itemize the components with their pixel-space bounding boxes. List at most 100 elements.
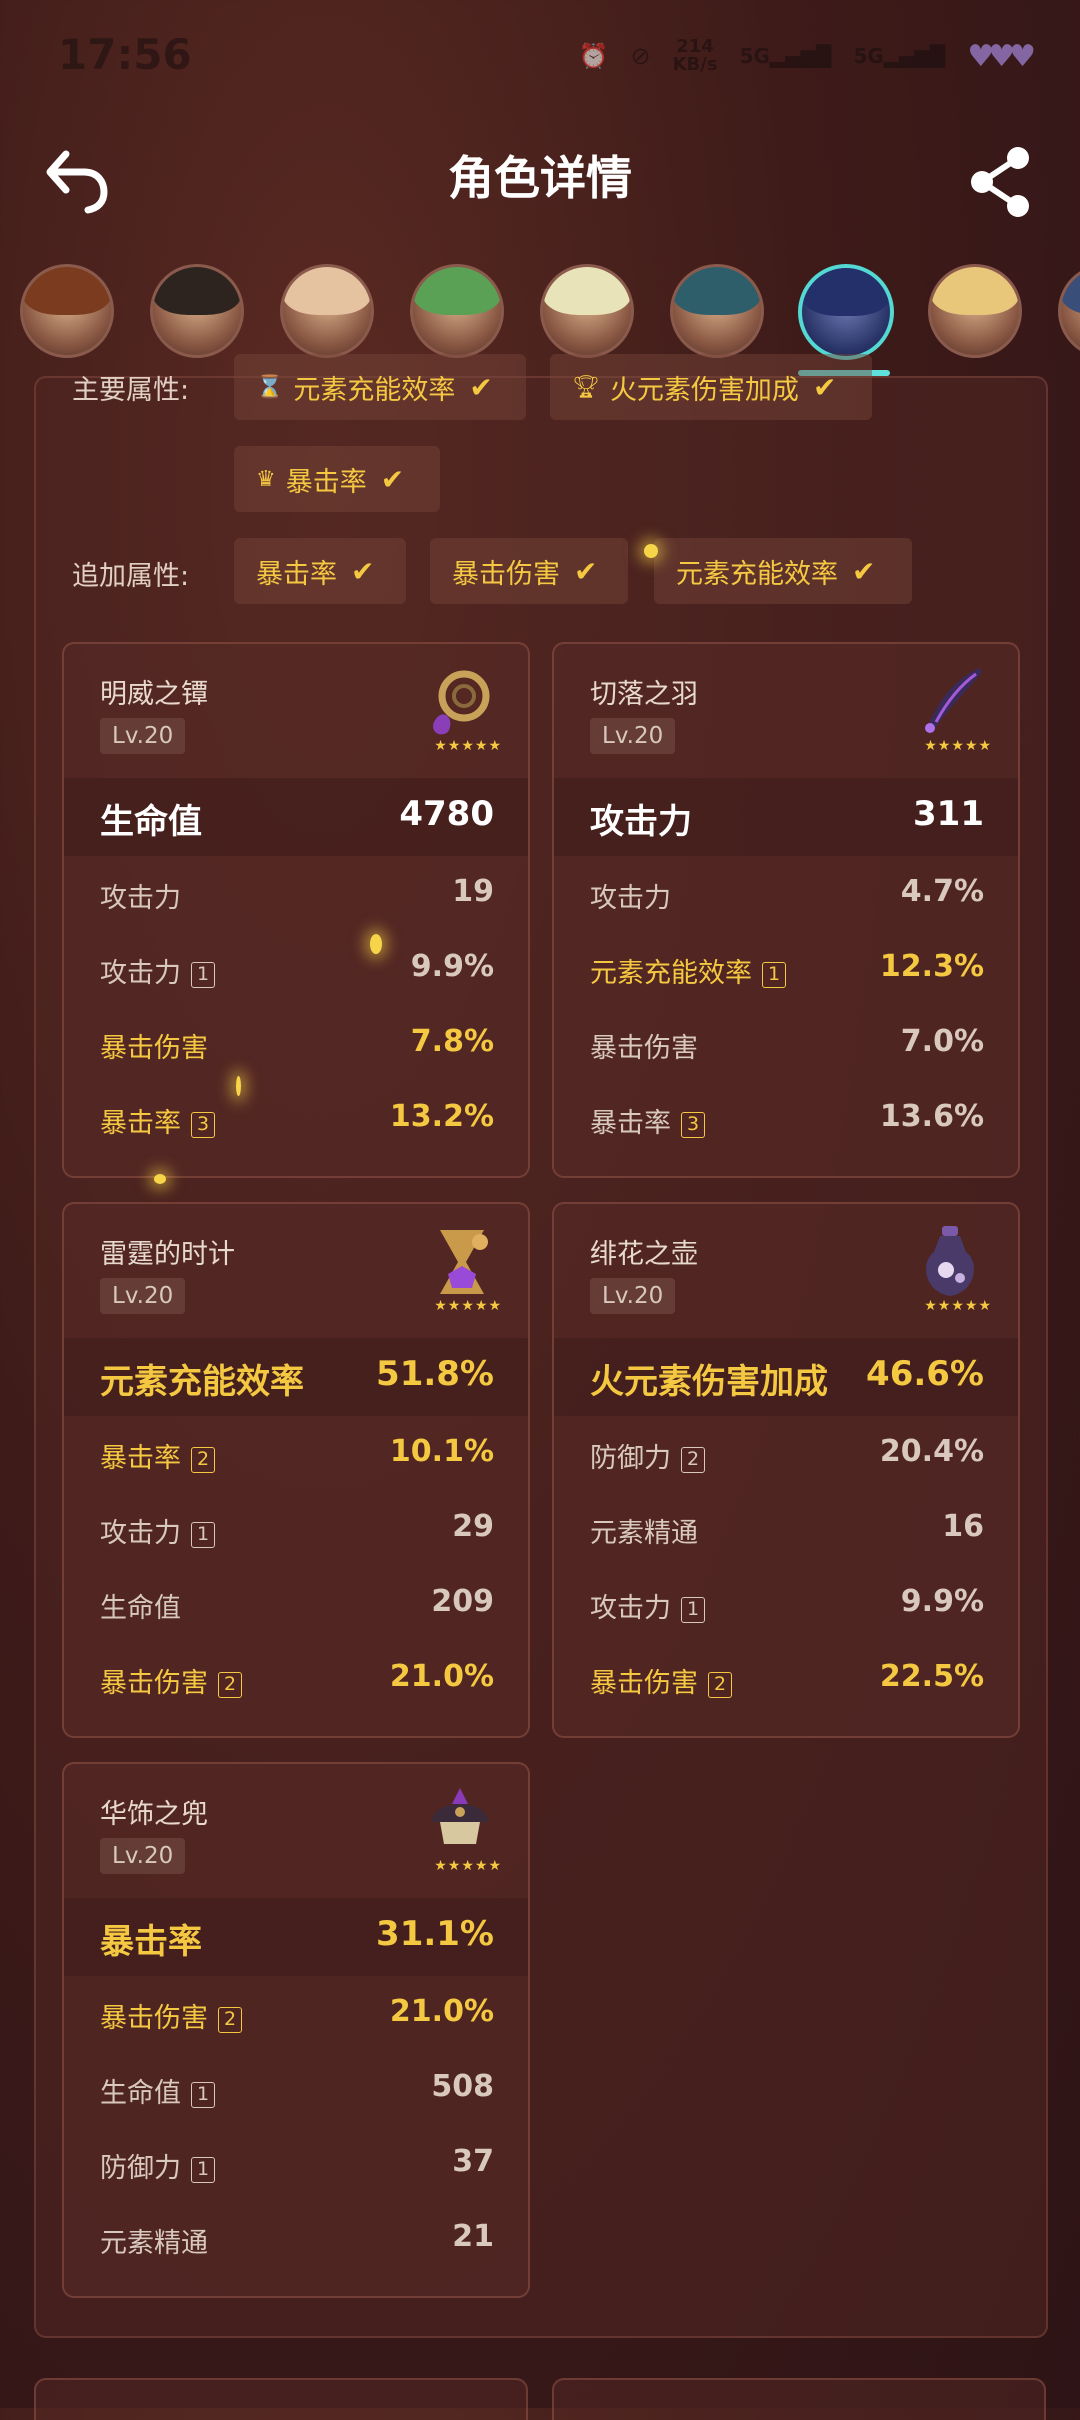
rarity-stars: ★★★★★ — [434, 738, 502, 754]
status-icons: ⏰ ⊘ 214 KB/s 5G▂▄▆█ 5G▂▄▆█ ♥♥♥ — [579, 38, 1036, 74]
substat-value: 21.0% — [389, 1659, 494, 1694]
main-stat-label: 火元素伤害加成 — [590, 1362, 828, 1402]
artifact-name: 切落之羽 — [590, 679, 698, 710]
artifact-level: Lv.20 — [100, 1278, 186, 1314]
substat-label-text: 元素充能效率 — [590, 958, 752, 989]
substat-row: 暴击伤害 7.8% — [64, 1020, 528, 1072]
extra-attr-tag-3[interactable]: 元素充能效率 ✔ — [654, 538, 912, 604]
substat-label: 攻击力 1 — [100, 1511, 215, 1550]
avatar-character-9[interactable] — [1058, 264, 1080, 358]
substat-label: 生命值 1 — [100, 2071, 215, 2110]
substat-value: 7.0% — [900, 1024, 984, 1059]
main-stat-value: 51.8% — [376, 1354, 494, 1394]
substat-row: 攻击力 4.7% — [554, 870, 1018, 922]
substat-value: 508 — [431, 2069, 494, 2104]
substat-row: 攻击力 1 29 — [64, 1505, 528, 1557]
substat-value: 12.3% — [879, 949, 984, 984]
substat-label: 防御力 1 — [100, 2146, 215, 2185]
sparkle-particle — [154, 1174, 166, 1184]
substat-row: 攻击力 19 — [64, 870, 528, 922]
artifact-card-goblet[interactable]: 绯花之壶 Lv.20 ★★★★★ 火元素伤害加成 46.6% 防御力 2 20.4%… — [552, 1202, 1020, 1738]
artifact-card-flower[interactable]: 明威之镡 Lv.20 ★★★★★ 生命值 4780 攻击力 19 攻击力 1 9.9%… — [62, 642, 530, 1178]
net-speed: 214 KB/s — [673, 38, 718, 74]
avatar-character-1[interactable] — [20, 264, 114, 358]
extra-attr-tag-2-label: 暴击伤害 — [452, 558, 560, 590]
substat-label: 元素精通 — [590, 1518, 698, 1549]
status-time: 17:56 — [58, 30, 192, 79]
avatar-character-6[interactable] — [670, 264, 764, 358]
substat-label: 暴击伤害 2 — [590, 1661, 732, 1700]
avatar-character-4[interactable] — [410, 264, 504, 358]
character-avatar-row — [0, 260, 1080, 380]
rarity-stars: ★★★★★ — [924, 1298, 992, 1314]
substat-label: 攻击力 1 — [590, 1586, 705, 1625]
avatar-character-7-active[interactable] — [798, 264, 894, 360]
substat-value: 16 — [942, 1509, 984, 1544]
artifact-level: Lv.20 — [100, 718, 186, 754]
main-stat: 生命值 4780 — [64, 778, 528, 856]
artifact-card-circlet[interactable]: 华饰之兜 Lv.20 ★★★★★ 暴击率 31.1% 暴击伤害 2 21.0% 生命… — [62, 1762, 530, 2298]
rarity-stars: ★★★★★ — [434, 1298, 502, 1314]
substat-value: 9.9% — [900, 1584, 984, 1619]
check-icon: ✔ — [574, 554, 598, 588]
goblet-icon: 🏆︎ — [572, 374, 600, 400]
substat-row: 暴击率 2 10.1% — [64, 1430, 528, 1482]
substat-label-text: 攻击力 — [100, 1518, 181, 1549]
substat-label-text: 攻击力 — [590, 1593, 671, 1624]
substat-label: 防御力 2 — [590, 1436, 705, 1475]
substat-label: 暴击率 3 — [590, 1101, 705, 1140]
main-stat-label: 元素充能效率 — [100, 1362, 304, 1402]
sparkle-particle — [236, 1076, 241, 1096]
main-stat: 元素充能效率 51.8% — [64, 1338, 528, 1416]
substat-label-text: 防御力 — [100, 2153, 181, 2184]
crown-icon: ♛ — [256, 466, 276, 492]
artifact-name: 雷霆的时计 — [100, 1239, 235, 1270]
feather-artifact-icon — [925, 668, 982, 733]
main-stat-label: 攻击力 — [590, 802, 692, 842]
next-panel-left — [34, 2378, 528, 2420]
substat-row: 暴击伤害 7.0% — [554, 1020, 1018, 1072]
substat-roll-badge: 2 — [218, 2006, 242, 2033]
substat-value: 29 — [452, 1509, 494, 1544]
substat-value: 209 — [431, 1584, 494, 1619]
avatar-character-8[interactable] — [928, 264, 1022, 358]
substat-roll-badge: 1 — [191, 1521, 215, 1548]
substat-row: 暴击伤害 2 22.5% — [554, 1655, 1018, 1707]
main-attr-tag-2[interactable]: 🏆︎ 火元素伤害加成 ✔ — [550, 354, 872, 420]
main-stat-label: 生命值 — [100, 802, 202, 842]
substat-value: 13.6% — [879, 1099, 984, 1134]
main-attr-tag-3[interactable]: ♛ 暴击率 ✔ — [234, 446, 440, 512]
substat-label-text: 暴击伤害 — [590, 1668, 698, 1699]
substat-label: 暴击率 3 — [100, 1101, 215, 1140]
status-bar: 17:56 ⏰ ⊘ 214 KB/s 5G▂▄▆█ 5G▂▄▆█ ♥♥♥ — [0, 0, 1080, 120]
artifact-card-plume[interactable]: 切落之羽 Lv.20 ★★★★★ 攻击力 311 攻击力 4.7% 元素充能效率 1… — [552, 642, 1020, 1178]
avatar-character-5[interactable] — [540, 264, 634, 358]
check-icon: ✔ — [812, 370, 837, 404]
substat-label-text: 暴击伤害 — [100, 2003, 208, 2034]
substat-label-text: 生命值 — [100, 2078, 181, 2109]
main-attr-tag-1[interactable]: ⌛ 元素充能效率 ✔ — [234, 354, 526, 420]
artifact-name: 绯花之壶 — [590, 1239, 698, 1270]
sparkle-particle — [370, 934, 382, 954]
substat-label-text: 防御力 — [590, 1443, 671, 1474]
substat-row: 生命值 1 508 — [64, 2065, 528, 2117]
substat-row: 防御力 1 37 — [64, 2140, 528, 2192]
substat-label: 攻击力 — [100, 883, 181, 914]
main-stat-value: 311 — [913, 794, 984, 834]
artifact-card-sands[interactable]: 雷霆的时计 Lv.20 ★★★★★ 元素充能效率 51.8% 暴击率 2 10.1%… — [62, 1202, 530, 1738]
flower-artifact-icon — [433, 670, 490, 735]
extra-attr-tag-1[interactable]: 暴击率 ✔ — [234, 538, 406, 604]
main-attr-tag-3-label: 暴击率 — [285, 466, 367, 498]
share-icon — [971, 147, 1029, 217]
avatar-character-2[interactable] — [150, 264, 244, 358]
share-button[interactable] — [960, 142, 1040, 222]
substat-roll-badge: 1 — [762, 961, 786, 988]
substat-label: 暴击伤害 — [100, 1033, 208, 1064]
artifact-level: Lv.20 — [100, 1838, 186, 1874]
extra-attr-tag-2[interactable]: 暴击伤害 ✔ — [430, 538, 628, 604]
substat-value: 20.4% — [879, 1434, 984, 1469]
avatar-character-3[interactable] — [280, 264, 374, 358]
substat-label: 暴击伤害 — [590, 1033, 698, 1064]
substat-row: 元素精通 16 — [554, 1505, 1018, 1557]
substat-label: 元素充能效率 1 — [590, 951, 786, 990]
